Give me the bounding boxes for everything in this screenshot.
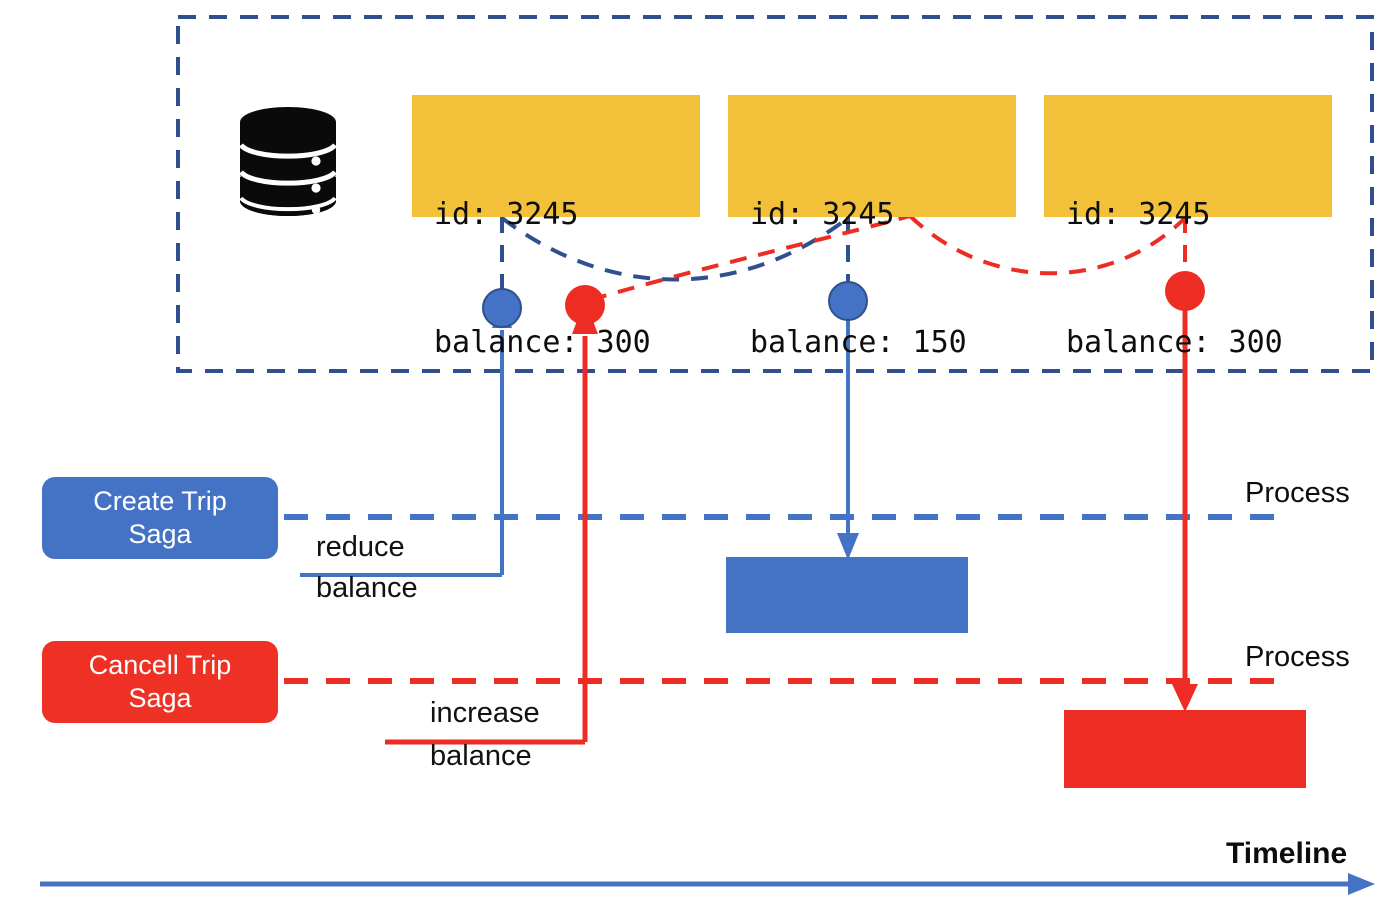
create-saga-result-box: id: 3245 balance: 150 xyxy=(726,557,968,771)
create-trip-saga-chip[interactable]: Create Trip Saga xyxy=(42,477,278,559)
create-saga-process-label: Process xyxy=(1245,477,1350,509)
db-record-3-id: id: 3245 xyxy=(1066,197,1211,233)
create-saga-result-balance: balance: 150 xyxy=(740,742,914,771)
reduce-balance-label-line1: reduce xyxy=(316,531,405,563)
create-trip-saga-label-line2: Saga xyxy=(128,519,192,549)
increase-balance-label-line2: balance xyxy=(430,740,532,772)
create-trip-saga-label-line1: Create Trip xyxy=(93,486,227,517)
create-saga-result-arrowhead xyxy=(837,533,859,560)
db-record-box-3: id: 3245 balance: 300 xyxy=(1044,95,1332,360)
cancell-trip-saga-label-line1: Cancell Trip xyxy=(88,650,232,681)
increase-balance-label-line1: increase xyxy=(430,697,540,729)
create-saga-result-id: id: 3245 xyxy=(740,638,856,667)
cancell-saga-process-label: Process xyxy=(1245,641,1350,673)
database-cylinder-icon xyxy=(236,105,340,223)
diagram-canvas: id: 3245 balance: 300 id: 3245 balance: … xyxy=(0,0,1400,914)
db-record-2-id: id: 3245 xyxy=(750,197,895,233)
db-record-1-id: id: 3245 xyxy=(434,197,579,233)
reduce-balance-label-line2: balance xyxy=(316,572,418,604)
db-record-box-1: id: 3245 balance: 300 xyxy=(412,95,700,360)
cancell-saga-result-id: id: 3245 xyxy=(1078,791,1194,820)
timeline-label: Timeline xyxy=(1226,837,1348,870)
cancell-trip-saga-label-line2: Saga xyxy=(128,683,192,713)
cancell-saga-result-box: id: 3245 balance: 300 xyxy=(1064,710,1306,914)
cancell-trip-saga-chip[interactable]: Cancell Trip Saga xyxy=(42,641,278,723)
cancell-saga-result-arrowhead xyxy=(1172,684,1198,712)
db-record-1-balance: balance: 300 xyxy=(434,324,651,360)
db-record-box-2: id: 3245 balance: 150 xyxy=(728,95,1016,360)
cancell-saga-result-balance: balance: 300 xyxy=(1078,895,1252,914)
db-record-3-balance: balance: 300 xyxy=(1066,324,1283,360)
timeline-axis-arrowhead xyxy=(1348,873,1375,895)
db-record-2-balance: balance: 150 xyxy=(750,324,967,360)
